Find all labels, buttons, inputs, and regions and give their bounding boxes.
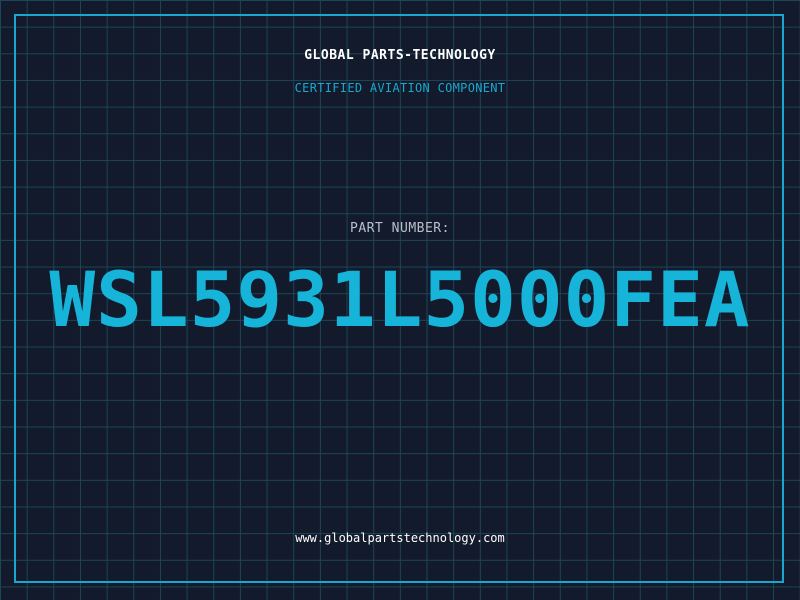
- certification-subtitle: CERTIFIED AVIATION COMPONENT: [294, 81, 506, 95]
- part-number-value: WSL5931L5000FEA: [49, 255, 751, 344]
- company-name: GLOBAL PARTS-TECHNOLOGY: [304, 48, 496, 63]
- part-number-label: PART NUMBER:: [350, 221, 450, 236]
- website-link[interactable]: www.globalpartstechnology.com: [0, 531, 800, 545]
